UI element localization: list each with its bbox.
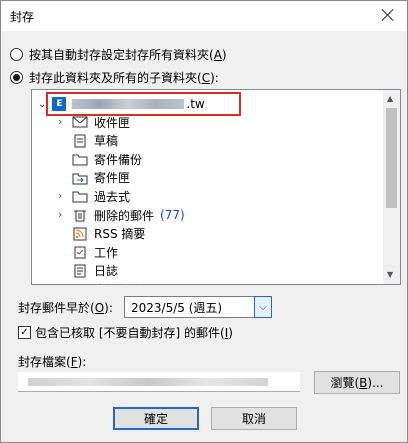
draft-icon (72, 134, 88, 148)
archive-this-folder-radio[interactable] (10, 70, 23, 84)
tree-folder-row[interactable]: 寄件匣 (72, 169, 130, 187)
tree-folder-row[interactable]: › 交談記錄 (58, 280, 142, 284)
folder-icon (72, 152, 88, 166)
folder-icon (72, 282, 88, 284)
tree-folder-label: 過去式 (94, 189, 131, 204)
close-icon[interactable] (379, 6, 397, 24)
tree-account-row[interactable]: ⌄ E .tw (38, 95, 205, 113)
chevron-right-icon[interactable]: › (58, 190, 68, 201)
exchange-account-icon: E (52, 97, 67, 111)
envelope-icon (72, 115, 88, 129)
tree-folder-row[interactable]: 草稿 (72, 132, 118, 150)
tree-folder-label: 日誌 (94, 264, 119, 279)
archive-file-label: 封存檔案(F): (18, 355, 87, 369)
tree-folder-row[interactable]: RSS 摘要 (72, 225, 145, 243)
archive-before-date-picker[interactable]: 2023/5/5 (週五) ⌵ (124, 296, 272, 318)
scroll-up-icon[interactable]: ▲ (387, 94, 393, 103)
tree-scrollbar[interactable]: ▲ ▼ (383, 90, 400, 284)
include-do-not-autoarchive-option[interactable]: ✓ 包含已核取 [不要自動封存] 的郵件(I) (18, 324, 233, 341)
folder-tree[interactable]: ⌄ E .tw › 收件匣草稿寄件備份寄件匣 › 過去式 › 刪除的郵件 (77) RSS 摘… (31, 89, 401, 285)
dialog-title: 封存 (10, 10, 35, 24)
autoarchive-all-label: 按其自動封存設定封存所有資料夾(A) (29, 47, 227, 62)
chevron-right-icon[interactable]: › (58, 283, 62, 284)
tree-folder-label: RSS 摘要 (94, 227, 146, 242)
autoarchive-all-radio[interactable] (10, 47, 23, 61)
tree-folder-label: 工作 (94, 245, 119, 260)
scroll-thumb[interactable] (386, 108, 397, 208)
chevron-right-icon[interactable]: › (58, 209, 68, 220)
tree-folder-label: 寄件匣 (94, 171, 131, 186)
trash-icon (72, 208, 88, 222)
include-checkbox[interactable]: ✓ (18, 326, 31, 339)
outbox-icon (72, 171, 88, 185)
account-name-redacted (72, 99, 185, 109)
tree-folder-label: 收件匣 (94, 115, 131, 130)
autoarchive-all-option[interactable]: 按其自動封存設定封存所有資料夾(A) (10, 45, 227, 63)
task-icon (72, 245, 88, 259)
tree-folder-row[interactable]: › 收件匣 (58, 113, 131, 131)
archive-before-label: 封存郵件早於(O): (18, 301, 113, 315)
chevron-down-icon[interactable]: ⌄ (38, 99, 46, 110)
chevron-right-icon[interactable]: › (58, 116, 68, 127)
ok-button[interactable]: 確定 (113, 407, 199, 430)
tree-folder-row[interactable]: 寄件備份 (72, 150, 142, 168)
tree-folder-label: 草稿 (94, 134, 119, 149)
tree-folder-label: 交談記錄 (94, 281, 142, 284)
archive-file-path-redacted (28, 378, 268, 386)
scroll-down-icon[interactable]: ▼ (387, 270, 393, 279)
browse-button[interactable]: 瀏覽(B)... (314, 371, 400, 394)
journal-icon (72, 264, 88, 278)
archive-this-folder-label: 封存此資料夾及所有的子資料夾(C): (29, 70, 219, 85)
tree-folder-row[interactable]: › 過去式 (58, 187, 131, 205)
tree-folder-row[interactable]: 日誌 (72, 262, 118, 280)
include-checkbox-label: 包含已核取 [不要自動封存] 的郵件(I) (35, 326, 233, 340)
tree-folder-row[interactable]: › 刪除的郵件 (77) (58, 206, 185, 224)
archive-before-date-value: 2023/5/5 (週五) (131, 300, 223, 315)
cancel-button[interactable]: 取消 (211, 407, 297, 430)
account-name-suffix: .tw (186, 97, 205, 111)
archive-this-folder-option[interactable]: 封存此資料夾及所有的子資料夾(C): (10, 68, 219, 86)
title-bar: 封存 (1, 1, 407, 31)
folder-icon (72, 189, 88, 203)
tree-folder-label: 寄件備份 (94, 152, 143, 167)
archive-file-path-input[interactable] (18, 372, 300, 392)
tree-folder-label: 刪除的郵件 (94, 208, 155, 223)
chevron-down-icon[interactable]: ⌵ (254, 296, 272, 318)
archive-dialog: 封存 按其自動封存設定封存所有資料夾(A) 封存此資料夾及所有的子資料夾(C):… (0, 0, 408, 443)
rss-icon (72, 227, 88, 241)
tree-folder-row[interactable]: 工作 (72, 243, 118, 261)
unread-count-badge: (77) (160, 208, 185, 222)
